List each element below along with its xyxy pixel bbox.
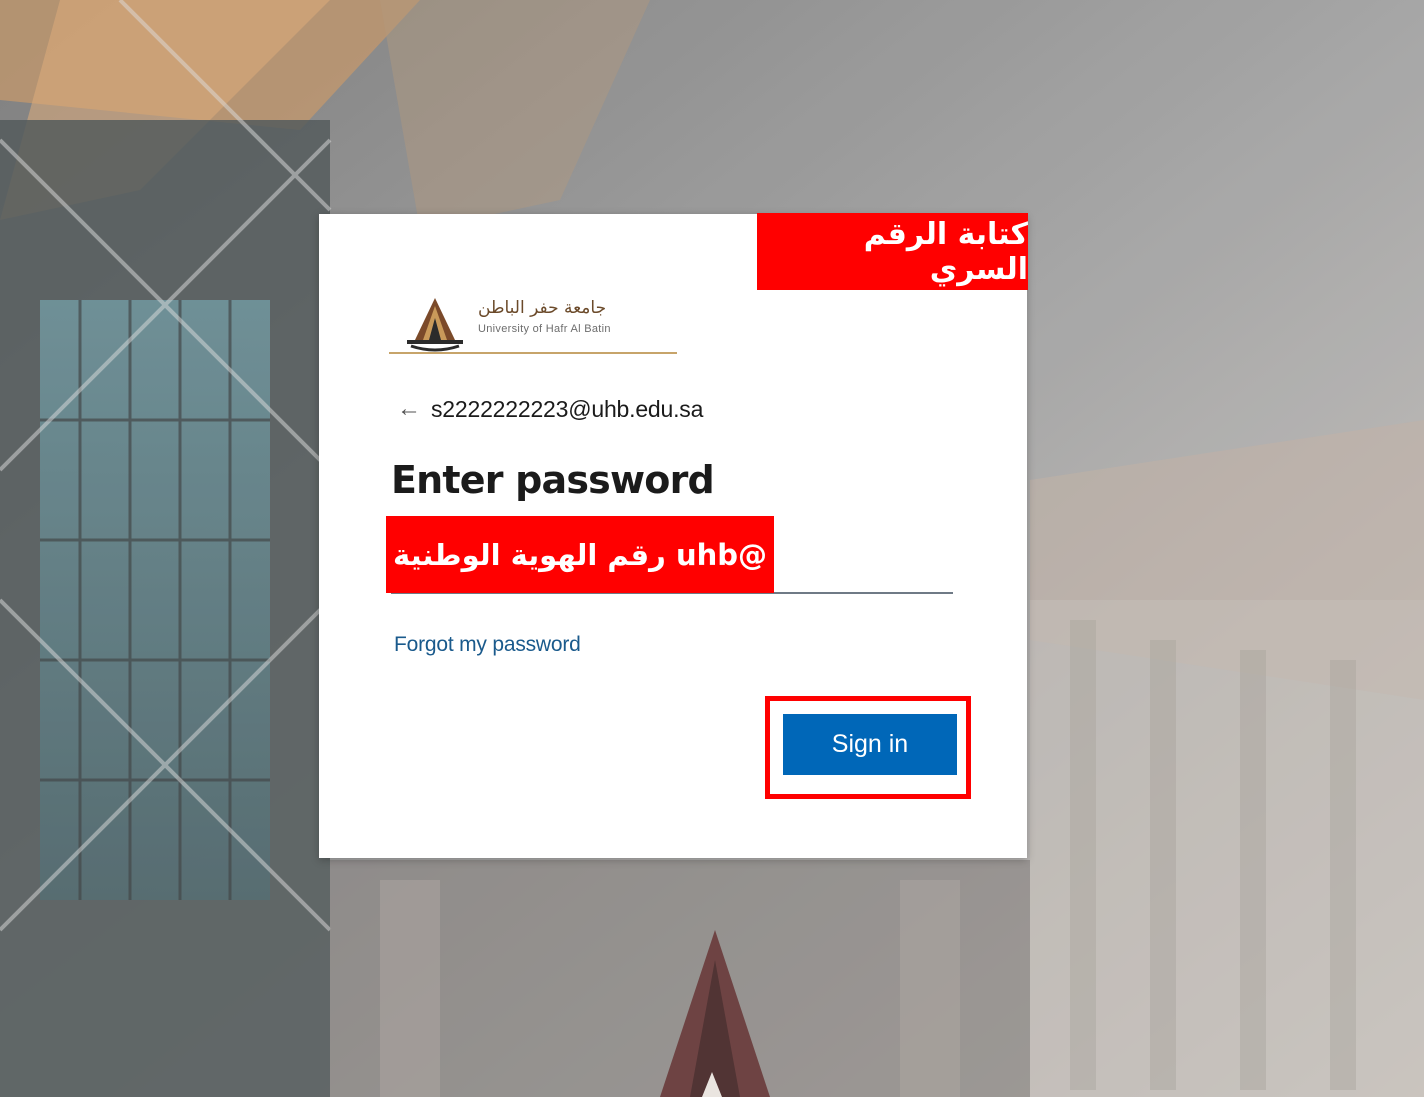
university-name-english: University of Hafr Al Batin xyxy=(478,323,611,335)
university-name-arabic: جامعة حفر الباطن xyxy=(478,298,607,318)
password-format-banner: @uhb رقم الهوية الوطنية xyxy=(386,516,774,593)
back-arrow-icon[interactable]: ← xyxy=(397,397,421,421)
logo-divider xyxy=(389,352,677,354)
signin-button[interactable]: Sign in xyxy=(783,714,957,775)
forgot-password-link[interactable]: Forgot my password xyxy=(394,633,581,657)
password-hint-banner: كتابة الرقم السري xyxy=(757,213,1028,290)
account-identity: s2222222223@uhb.edu.sa xyxy=(431,395,704,422)
back-to-username-button[interactable]: ← s2222222223@uhb.edu.sa xyxy=(397,392,703,426)
page-title: Enter password xyxy=(391,458,715,502)
